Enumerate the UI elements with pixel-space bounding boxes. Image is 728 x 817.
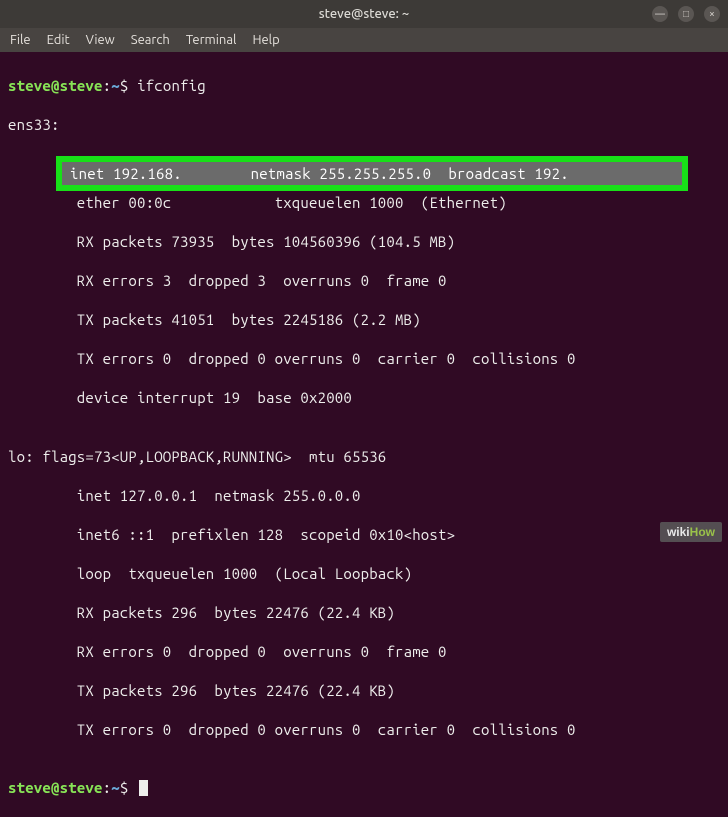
watermark: wikiHow <box>660 522 722 542</box>
watermark-how: How <box>690 525 715 539</box>
maximize-icon: □ <box>683 9 689 19</box>
menu-file[interactable]: File <box>10 33 31 47</box>
command-text: ifconfig <box>137 77 206 94</box>
close-button[interactable]: × <box>704 6 720 22</box>
output-line: TX errors 0 dropped 0 overruns 0 carrier… <box>8 349 720 369</box>
prompt-at: @ <box>51 77 60 94</box>
output-line: loop txqueuelen 1000 (Local Loopback) <box>8 564 720 584</box>
output-line: RX errors 3 dropped 3 overruns 0 frame 0 <box>8 271 720 291</box>
menubar: File Edit View Search Terminal Help <box>0 28 728 52</box>
cursor-icon <box>139 780 148 796</box>
prompt-user: steve <box>8 77 51 94</box>
prompt-symbol: $ <box>120 779 137 796</box>
prompt-line: steve@steve:~$ <box>8 778 720 798</box>
window-controls: — □ × <box>652 6 720 22</box>
menu-search[interactable]: Search <box>131 33 170 47</box>
output-line: TX packets 296 bytes 22476 (22.4 KB) <box>8 681 720 701</box>
output-line: device interrupt 19 base 0x2000 <box>8 388 720 408</box>
output-line: ens33: <box>8 115 720 135</box>
prompt-symbol: $ <box>120 77 137 94</box>
output-line: ether 00:0c txqueuelen 1000 (Ethernet) <box>8 193 720 213</box>
menu-edit[interactable]: Edit <box>47 33 70 47</box>
output-line: TX errors 0 dropped 0 overruns 0 carrier… <box>8 720 720 740</box>
highlight-box: inet 192.168. netmask 255.255.255.0 broa… <box>56 156 688 192</box>
output-line: TX packets 41051 bytes 2245186 (2.2 MB) <box>8 310 720 330</box>
prompt-path: ~ <box>111 77 120 94</box>
menu-terminal[interactable]: Terminal <box>186 33 237 47</box>
output-line: inet6 ::1 prefixlen 128 scopeid 0x10<hos… <box>8 525 720 545</box>
watermark-wiki: wiki <box>667 525 690 539</box>
titlebar: steve@steve: ~ — □ × <box>0 0 728 28</box>
output-line: RX packets 296 bytes 22476 (22.4 KB) <box>8 603 720 623</box>
highlight-text: inet 192.168. netmask 255.255.255.0 broa… <box>62 162 682 186</box>
output-line: lo: flags=73<UP,LOOPBACK,RUNNING> mtu 65… <box>8 447 720 467</box>
minimize-button[interactable]: — <box>652 6 668 22</box>
menu-help[interactable]: Help <box>252 33 279 47</box>
prompt-colon: : <box>103 77 112 94</box>
window-title: steve@steve: ~ <box>319 7 409 21</box>
output-line: RX packets 73935 bytes 104560396 (104.5 … <box>8 232 720 252</box>
prompt-at: @ <box>51 779 60 796</box>
prompt-colon: : <box>103 779 112 796</box>
prompt-line: steve@steve:~$ ifconfig <box>8 76 720 96</box>
output-line: inet 127.0.0.1 netmask 255.0.0.0 <box>8 486 720 506</box>
close-icon: × <box>709 9 715 19</box>
prompt-host: steve <box>60 779 103 796</box>
maximize-button[interactable]: □ <box>678 6 694 22</box>
prompt-user: steve <box>8 779 51 796</box>
minimize-icon: — <box>655 9 665 19</box>
terminal-area[interactable]: steve@steve:~$ ifconfig ens33: inet 192.… <box>0 52 728 817</box>
output-line: RX errors 0 dropped 0 overruns 0 frame 0 <box>8 642 720 662</box>
menu-view[interactable]: View <box>86 33 115 47</box>
prompt-host: steve <box>60 77 103 94</box>
prompt-path: ~ <box>111 779 120 796</box>
